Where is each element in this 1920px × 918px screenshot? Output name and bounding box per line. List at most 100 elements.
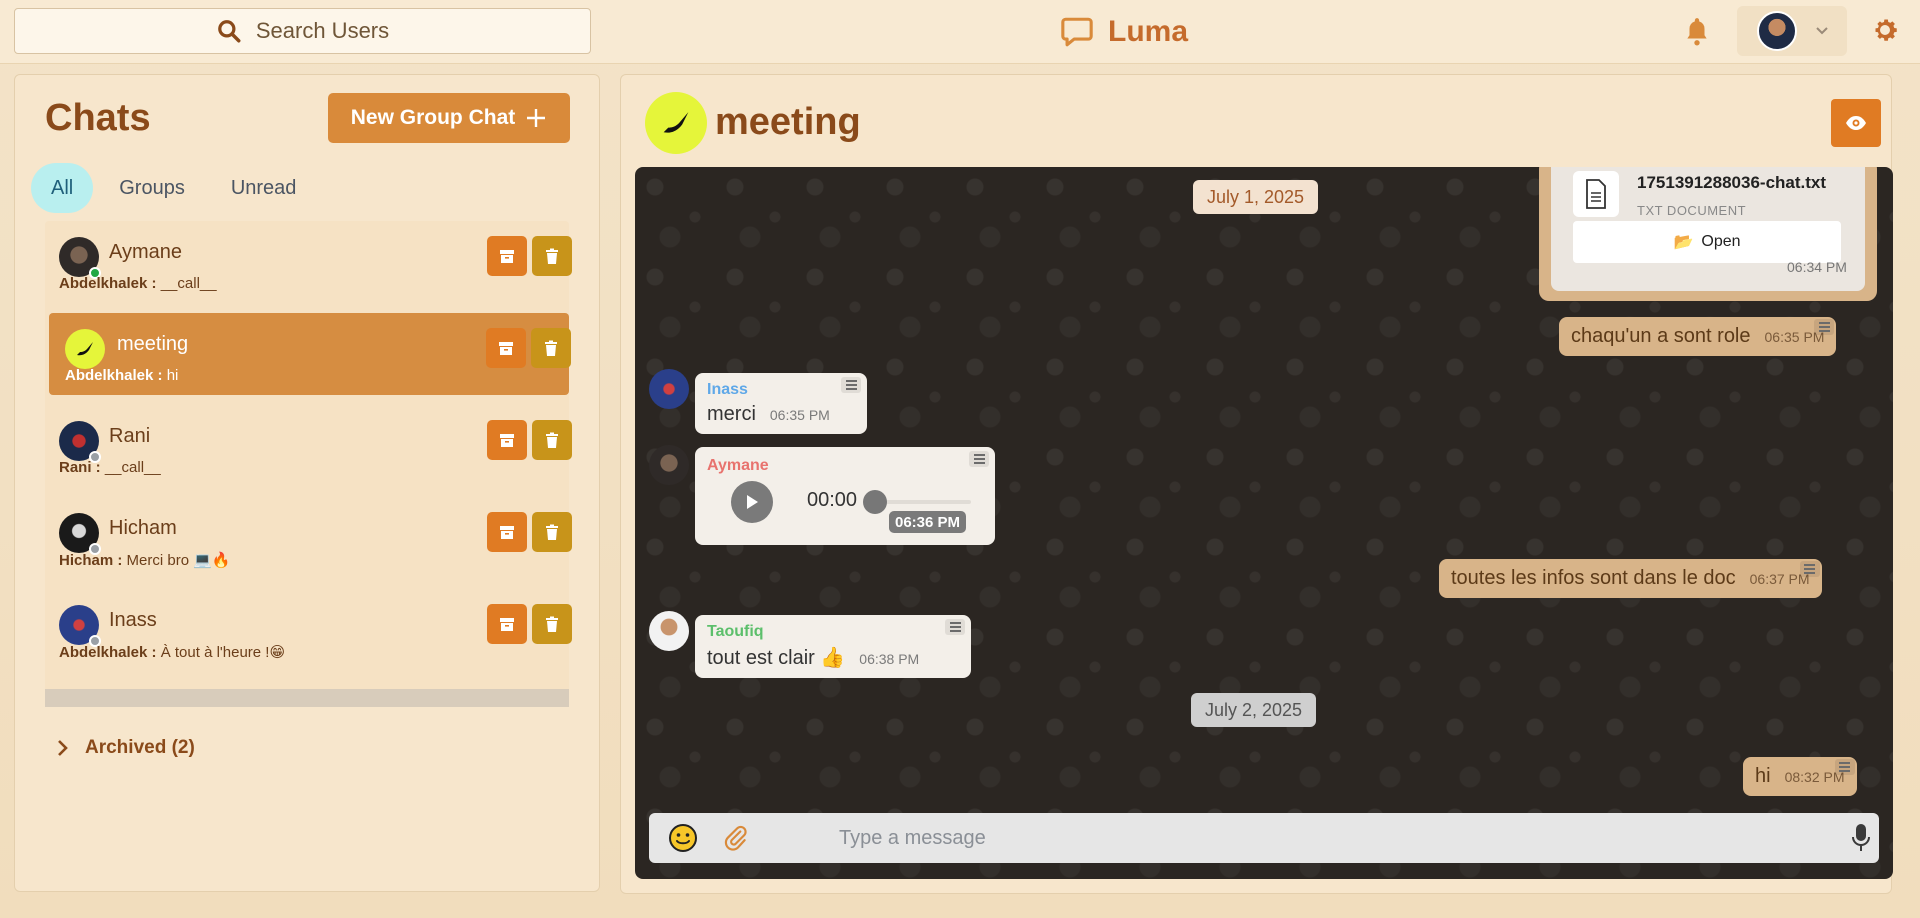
preview-text: À tout à l'heure !😁: [160, 644, 286, 661]
archived-toggle[interactable]: Archived (2): [57, 737, 195, 759]
preview-sender: Abdelkhalek :: [59, 275, 157, 292]
menu-icon[interactable]: [1814, 319, 1835, 335]
menu-icon[interactable]: [945, 619, 965, 635]
delete-chat-button[interactable]: [531, 328, 571, 368]
bell-icon[interactable]: [1684, 16, 1710, 46]
sidebar-title: Chats: [45, 97, 151, 139]
chat-title: meeting: [715, 101, 861, 143]
message-sender: Aymane: [707, 457, 769, 474]
view-details-button[interactable]: [1831, 99, 1881, 147]
archive-chat-button[interactable]: [487, 512, 527, 552]
message-sender: Taoufiq: [707, 623, 764, 640]
chat-item-meeting[interactable]: meeting Abdelkhalek : hi: [49, 313, 571, 395]
folder-icon: 📂: [1673, 234, 1694, 251]
new-group-chat-button[interactable]: New Group Chat: [328, 93, 570, 143]
trash-icon: [546, 432, 558, 448]
voice-progress-track[interactable]: [875, 500, 971, 504]
voice-progress-handle[interactable]: [863, 490, 887, 514]
emoji-icon[interactable]: [667, 822, 699, 854]
open-label: Open: [1701, 233, 1741, 250]
trash-icon: [545, 340, 557, 356]
preview-sender: Rani :: [59, 459, 101, 476]
delete-chat-button[interactable]: [532, 604, 572, 644]
archive-icon: [500, 434, 514, 447]
paperclip-icon[interactable]: [723, 825, 749, 851]
plus-icon: [527, 109, 546, 127]
chat-name: Rani: [109, 425, 151, 447]
chat-list: Aymane Abdelkhalek : __call__ meeting Ab…: [45, 221, 572, 701]
avatar: [649, 445, 689, 485]
message-bubble-outgoing[interactable]: toutes les infos sont dans le doc 06:37 P…: [1439, 559, 1822, 598]
user-menu[interactable]: [1737, 6, 1847, 56]
archive-chat-button[interactable]: [486, 328, 526, 368]
delete-chat-button[interactable]: [532, 420, 572, 460]
menu-icon[interactable]: [969, 451, 989, 467]
message-text: chaqu'un a sont role: [1571, 325, 1751, 347]
chat-filter-tabs: All Groups Unread: [31, 163, 316, 213]
brand-name: Luma: [1108, 15, 1189, 48]
archive-icon: [499, 342, 513, 355]
message-bubble-outgoing[interactable]: hi 08:32 PM: [1743, 757, 1857, 796]
archive-icon: [500, 250, 514, 263]
gear-icon[interactable]: [1870, 15, 1900, 45]
eye-icon: [1846, 116, 1866, 130]
chat-item-inass[interactable]: Inass Abdelkhalek : À tout à l'heure !😁: [45, 589, 572, 671]
message-input[interactable]: [839, 821, 1789, 855]
chat-preview: Abdelkhalek : hi: [65, 367, 178, 384]
tab-all[interactable]: All: [31, 163, 94, 213]
document-file-type: TXT DOCUMENT: [1637, 203, 1747, 218]
new-group-label: New Group Chat: [350, 106, 516, 129]
message-bubble-outgoing[interactable]: chaqu'un a sont role 06:35 PM: [1559, 317, 1837, 356]
microphone-icon[interactable]: [1851, 823, 1871, 853]
chat-item-hicham[interactable]: Hicham Hicham : Merci bro 💻🔥: [45, 497, 572, 579]
message-bubble-incoming[interactable]: Taoufiq tout est clair 👍 06:38 PM: [695, 615, 971, 678]
message-text: hi: [1755, 765, 1771, 787]
avatar: [649, 611, 689, 651]
menu-icon[interactable]: [1834, 759, 1855, 775]
preview-text: __call__: [160, 275, 217, 292]
preview-sender: Abdelkhalek :: [59, 644, 157, 661]
menu-icon[interactable]: [841, 377, 861, 393]
delete-chat-button[interactable]: [532, 512, 572, 552]
search-users-button[interactable]: Search Users: [14, 8, 591, 54]
tab-groups[interactable]: Groups: [99, 163, 205, 213]
bird-logo-icon: [663, 112, 689, 133]
date-separator: July 2, 2025: [1191, 693, 1317, 727]
archive-chat-button[interactable]: [487, 420, 527, 460]
tab-unread[interactable]: Unread: [211, 163, 317, 213]
archive-chat-button[interactable]: [487, 236, 527, 276]
message-text: merci: [707, 403, 756, 425]
message-time: 06:34 PM: [1787, 259, 1847, 275]
search-label: Search Users: [255, 18, 390, 43]
chat-name: Inass: [109, 609, 157, 631]
message-area[interactable]: July 1, 2025 1751391288036-chat.txt TXT …: [635, 167, 1893, 879]
avatar: [65, 329, 105, 369]
menu-icon[interactable]: [1799, 561, 1820, 577]
chat-preview: Hicham : Merci bro 💻🔥: [59, 551, 231, 569]
bird-logo-icon: [77, 342, 93, 356]
chat-item-aymane[interactable]: Aymane Abdelkhalek : __call__: [45, 221, 572, 303]
chat-preview: Abdelkhalek : __call__: [59, 275, 217, 292]
preview-text: Merci bro 💻🔥: [126, 552, 231, 569]
message-time: 06:38 PM: [859, 651, 920, 667]
delete-chat-button[interactable]: [532, 236, 572, 276]
preview-text: __call__: [104, 459, 161, 476]
document-preview: 1751391288036-chat.txt TXT DOCUMENT 📂 Op…: [1551, 167, 1865, 291]
trash-icon: [546, 616, 558, 632]
chevron-right-icon: [58, 740, 68, 756]
message-sender: Inass: [707, 381, 748, 398]
open-document-button[interactable]: 📂 Open: [1573, 221, 1841, 263]
play-button[interactable]: [731, 481, 773, 523]
message-text: toutes les infos sont dans le doc: [1451, 567, 1736, 589]
trash-icon: [546, 248, 558, 264]
chat-bubble-icon: [1061, 17, 1093, 47]
preview-text: hi: [166, 367, 179, 384]
document-file-name: 1751391288036-chat.txt: [1637, 173, 1827, 192]
archive-chat-button[interactable]: [487, 604, 527, 644]
archive-icon: [500, 618, 514, 631]
chat-item-rani[interactable]: Rani Rani : __call__: [45, 405, 572, 487]
message-bubble-incoming[interactable]: Inass merci 06:35 PM: [695, 373, 867, 434]
horizontal-scrollbar[interactable]: [45, 689, 569, 707]
message-time: 06:36 PM: [889, 511, 967, 533]
chat-name: Aymane: [109, 241, 183, 263]
